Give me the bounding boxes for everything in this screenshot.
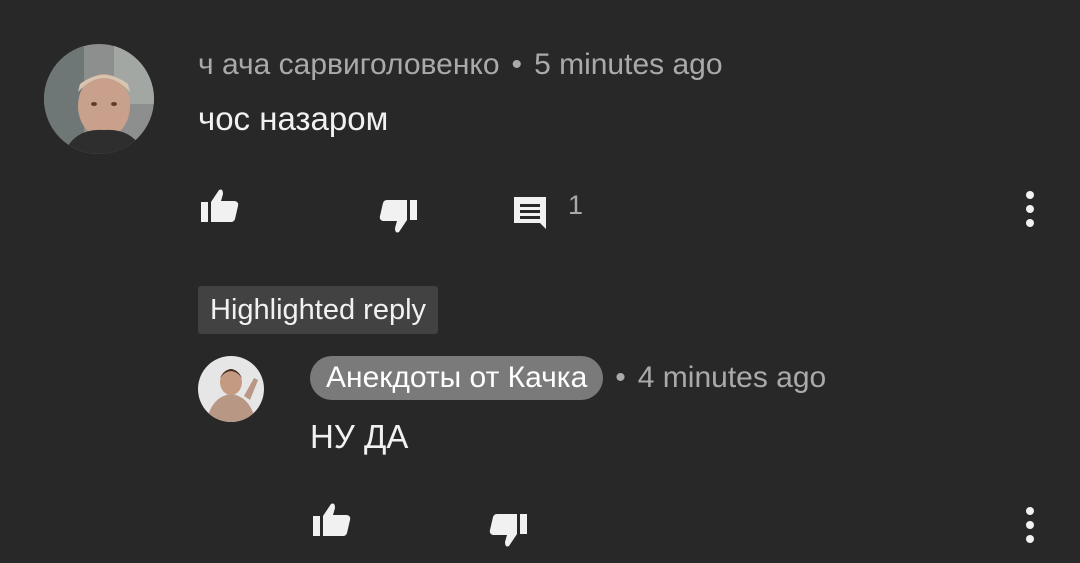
highlighted-reply-badge: Highlighted reply: [198, 286, 439, 334]
more-vertical-icon: [1026, 191, 1034, 227]
reply-dislike-button[interactable]: [484, 508, 534, 552]
thumbs-down-icon: [489, 514, 527, 547]
thumbs-down-icon: [379, 200, 417, 233]
comment-meta: ч ача сарвиголовенко • 5 minutes ago: [198, 46, 723, 84]
reply-menu-button[interactable]: [1012, 502, 1048, 548]
comment-time[interactable]: 5 minutes ago: [534, 48, 722, 82]
reply-count: 1: [568, 190, 584, 220]
reply-meta: Анекдоты от Качка • 4 minutes ago: [310, 356, 826, 400]
reply-button[interactable]: [508, 192, 552, 232]
comment-menu-button[interactable]: [1012, 186, 1048, 232]
commenter-avatar[interactable]: [44, 44, 154, 154]
dislike-button[interactable]: [374, 194, 424, 238]
reply-like-button[interactable]: [306, 498, 356, 542]
reply-author-avatar[interactable]: [198, 356, 264, 422]
thumbs-up-icon: [313, 503, 351, 536]
comment-thread: ч ача сарвиголовенко • 5 minutes ago чос…: [0, 0, 1080, 563]
separator-dot: •: [511, 48, 523, 81]
reply-author-channel-pill[interactable]: Анекдоты от Качка: [310, 356, 604, 400]
thumbs-up-icon: [201, 189, 239, 222]
comment-text: чос назаром: [198, 100, 389, 137]
reply-text: НУ ДА: [310, 418, 409, 455]
more-vertical-icon: [1026, 507, 1034, 543]
comment-icon: [514, 197, 546, 229]
reply-time[interactable]: 4 minutes ago: [638, 361, 826, 395]
comment-author[interactable]: ч ача сарвиголовенко: [198, 48, 500, 82]
like-button[interactable]: [194, 184, 244, 228]
separator-dot: •: [615, 361, 626, 394]
